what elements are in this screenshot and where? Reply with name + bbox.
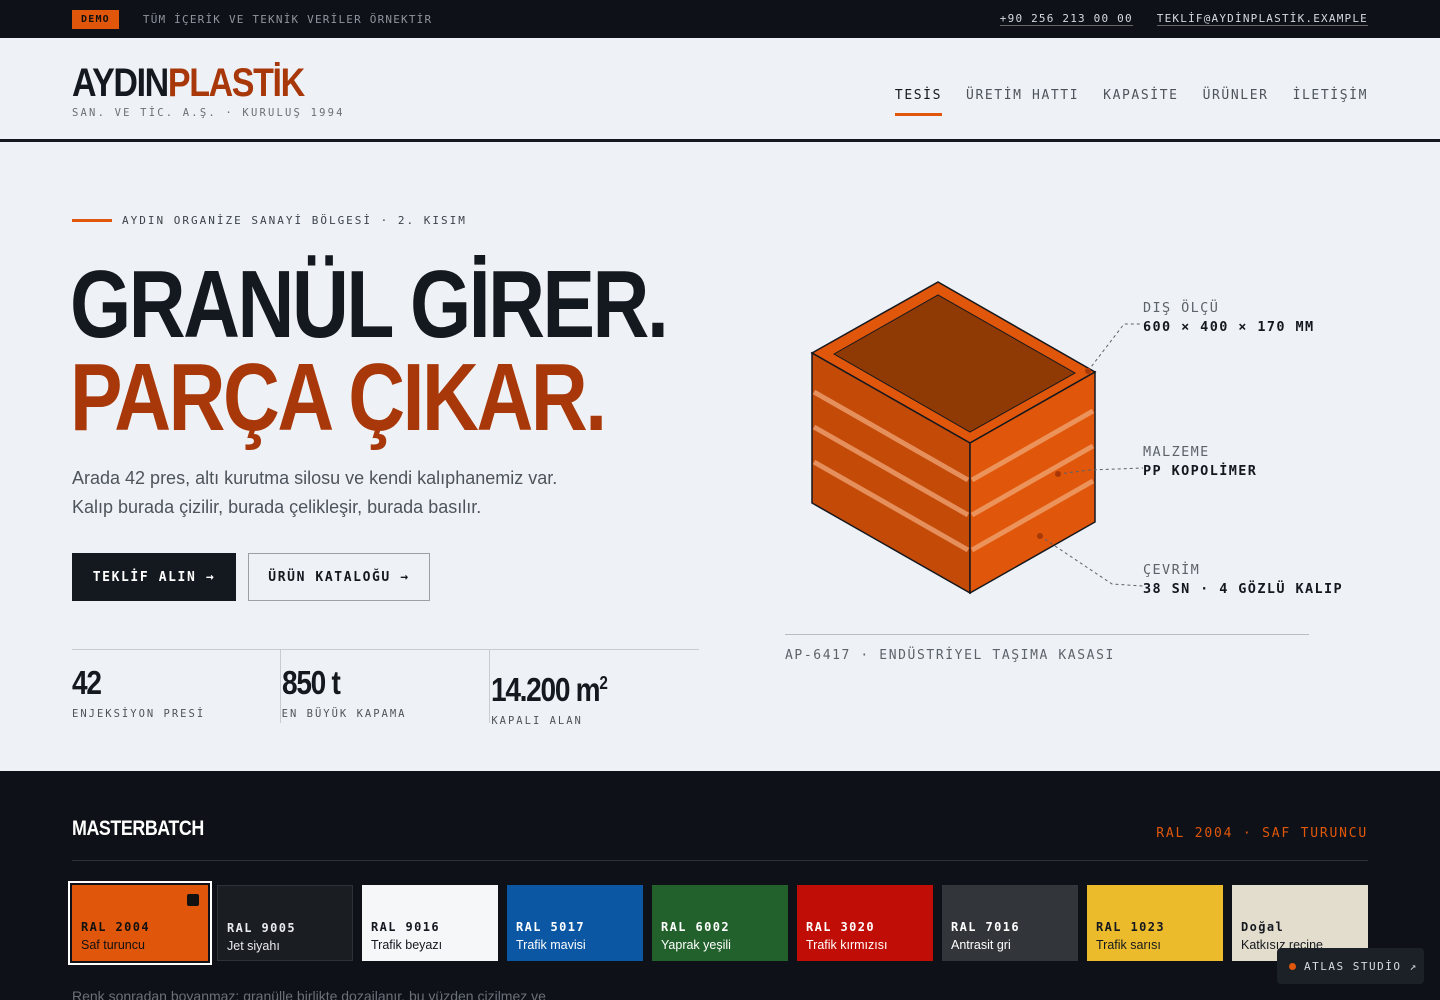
nav-item-kapasite[interactable]: KAPASİTE <box>1103 88 1178 116</box>
hero-title: GRANÜL GİRER. PARÇA ÇIKAR. <box>70 251 669 451</box>
swatch-code: RAL 9005 <box>227 921 296 935</box>
email-link[interactable]: TEKLİF@AYDİNPLASTİK.EXAMPLE <box>1156 12 1368 26</box>
swatch-name: Antrasit gri <box>951 938 1011 952</box>
stat-label: ENJEKSİYON PRESİ <box>72 708 206 720</box>
selected-color-label: RAL 2004 · SAF TURUNCU <box>1156 826 1368 841</box>
stat-label: KAPALI ALAN <box>491 715 583 727</box>
callout-key: ÇEVRİM <box>1143 562 1201 578</box>
swatch-name: Trafik beyazı <box>371 938 443 952</box>
logo-part-1: AYDIN <box>72 61 169 105</box>
callout-key: MALZEME <box>1143 444 1210 460</box>
swatch-code: RAL 2004 <box>81 920 150 934</box>
swatch-name: Saf turuncu <box>81 938 145 952</box>
swatch-code: RAL 9016 <box>371 920 440 934</box>
hero-title-line-2: PARÇA ÇIKAR. <box>70 344 607 451</box>
stat-value: 850 t <box>281 664 341 701</box>
swatch-name: Yaprak yeşili <box>661 938 731 952</box>
callout-value: 600 × 400 × 170 MM <box>1143 319 1315 335</box>
nav-item-uretim-hatti[interactable]: ÜRETİM HATTI <box>966 88 1079 116</box>
hero-title-line-1: GRANÜL GİRER. <box>70 251 669 358</box>
hero-lead: Arada 42 pres, altı kurutma silosu ve ke… <box>72 464 632 522</box>
callout-dot <box>1085 368 1091 374</box>
site-header: AYDINPLASTİK SAN. VE TİC. A.Ş. · KURULUŞ… <box>0 38 1440 142</box>
stat-value: 14.200 m <box>491 671 601 708</box>
nav-item-iletisim[interactable]: İLETİŞİM <box>1293 88 1368 116</box>
top-contacts: +90 256 213 00 00 TEKLİF@AYDİNPLASTİK.EX… <box>999 12 1368 26</box>
swatch-name: Trafik kırmızısı <box>806 938 888 952</box>
color-swatch[interactable]: RAL 2004 Saf turuncu <box>68 881 212 965</box>
kicker-bar <box>72 219 112 222</box>
hero-lead-line-2: Kalıp burada çizilir, burada çelikleşir,… <box>72 497 482 517</box>
callout-material: MALZEME PP KOPOLİMER <box>1143 444 1257 479</box>
stat-presses: 42 ENJEKSİYON PRESİ <box>72 650 280 723</box>
color-swatch[interactable]: RAL 9016 Trafik beyazı <box>362 885 498 961</box>
demo-notice: TÜM İÇERİK VE TEKNİK VERİLER ÖRNEKTİR <box>142 12 433 26</box>
swatch-name: Trafik mavisi <box>516 938 586 952</box>
swatch-name: Trafik sarısı <box>1096 938 1161 952</box>
swatch-code: Doğal <box>1241 920 1285 934</box>
stat-value: 42 <box>72 664 102 701</box>
top-bar: DEMO TÜM İÇERİK VE TEKNİK VERİLER ÖRNEKT… <box>0 0 1440 38</box>
stat-area: 14.200 m2 KAPALI ALAN <box>489 650 699 727</box>
demo-badge: DEMO <box>72 9 119 29</box>
callout-value: 38 SN · 4 GÖZLÜ KALIP <box>1143 581 1344 597</box>
nav-item-urunler[interactable]: ÜRÜNLER <box>1203 88 1269 116</box>
callout-dot <box>1055 471 1061 477</box>
swatch-code: RAL 1023 <box>1096 920 1165 934</box>
stats-row: 42 ENJEKSİYON PRESİ 850 t EN BÜYÜK KAPAMA … <box>72 649 699 727</box>
stat-value-wrap: 14.200 m2 <box>491 666 668 707</box>
nav-item-tesis[interactable]: TESİS <box>894 88 943 116</box>
phone-link[interactable]: +90 256 213 00 00 <box>999 12 1133 26</box>
badge-label: ATLAS STUDİO ↗ <box>1304 959 1418 973</box>
color-swatch[interactable]: RAL 6002 Yaprak yeşili <box>652 885 788 961</box>
selected-marker <box>187 894 199 906</box>
main-nav: TESİS ÜRETİM HATTI KAPASİTE ÜRÜNLER İLET… <box>894 88 1368 116</box>
color-swatch[interactable]: RAL 1023 Trafik sarısı <box>1087 885 1223 961</box>
swatch-code: RAL 6002 <box>661 920 730 934</box>
swatch-code: RAL 7016 <box>951 920 1020 934</box>
hero-kicker: AYDIN ORGANİZE SANAYİ BÖLGESİ · 2. KISIM <box>72 214 467 227</box>
product-caption: AP-6417 · ENDÜSTRİYEL TAŞIMA KASASI <box>785 634 1309 663</box>
swatch-name: Jet siyahı <box>227 939 280 953</box>
masterbatch-title: MASTERBATCH <box>72 817 204 840</box>
color-swatch[interactable]: RAL 9005 Jet siyahı <box>217 885 353 961</box>
get-quote-button[interactable]: TEKLİF ALIN → <box>72 553 236 601</box>
atlas-studio-badge[interactable]: ATLAS STUDİO ↗ <box>1277 948 1424 984</box>
callout-value: PP KOPOLİMER <box>1143 463 1258 479</box>
color-swatch[interactable]: RAL 5017 Trafik mavisi <box>507 885 643 961</box>
masterbatch-note: Renk sonradan boyanmaz; granülle birlikt… <box>72 988 546 1000</box>
callout-key: DIŞ ÖLÇÜ <box>1143 300 1220 316</box>
stat-clamping: 850 t EN BÜYÜK KAPAMA <box>279 650 490 723</box>
hero-lead-line-1: Arada 42 pres, altı kurutma silosu ve ke… <box>72 468 558 488</box>
color-swatch[interactable]: RAL 3020 Trafik kırmızısı <box>797 885 933 961</box>
kicker-text: AYDIN ORGANİZE SANAYİ BÖLGESİ · 2. KISIM <box>122 214 467 227</box>
callout-dot <box>1037 533 1043 539</box>
logo-part-2: PLASTİK <box>167 61 305 105</box>
logo[interactable]: AYDINPLASTİK <box>72 61 305 105</box>
stat-label: EN BÜYÜK KAPAMA <box>281 708 407 720</box>
swatch-code: RAL 3020 <box>806 920 875 934</box>
callout-leader <box>1087 323 1143 372</box>
badge-dot <box>1289 962 1296 970</box>
company-subtitle: SAN. VE TİC. A.Ş. · KURULUŞ 1994 <box>72 107 345 119</box>
stat-unit-sup: 2 <box>599 673 608 693</box>
callout-cycle: ÇEVRİM 38 SN · 4 GÖZLÜ KALIP <box>1143 562 1343 597</box>
color-swatch[interactable]: RAL 7016 Antrasit gri <box>942 885 1078 961</box>
callout-dimensions: DIŞ ÖLÇÜ 600 × 400 × 170 MM <box>1143 300 1315 335</box>
masterbatch-divider <box>72 860 1368 861</box>
swatch-code: RAL 5017 <box>516 920 585 934</box>
catalog-button[interactable]: ÜRÜN KATALOĞU → <box>248 553 430 601</box>
